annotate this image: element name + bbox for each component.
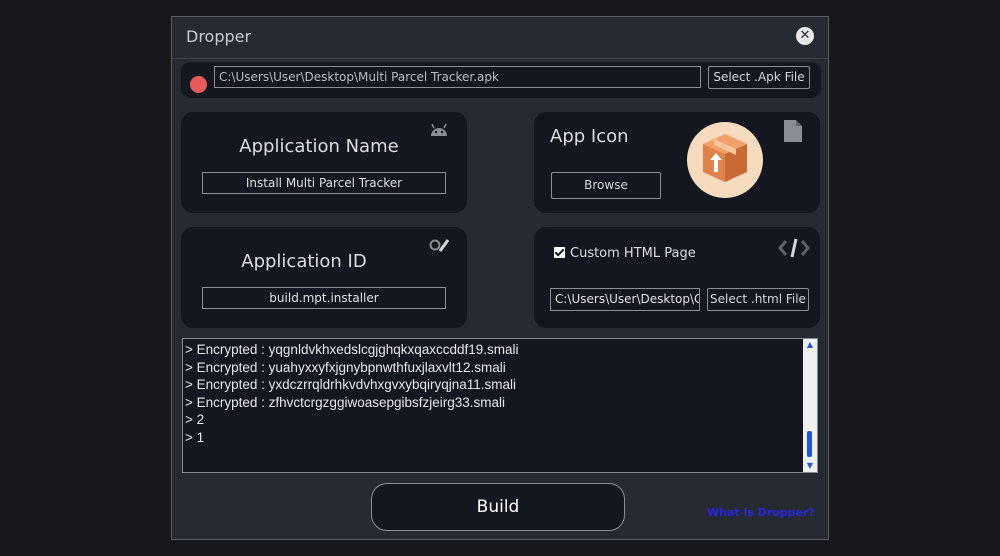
app-name-heading: Application Name xyxy=(239,136,399,157)
console-line: > Encrypted : yqgnldvkhxedslcgjghqkxqaxc… xyxy=(185,342,519,357)
app-name-field[interactable]: Install Multi Parcel Tracker xyxy=(202,172,446,194)
what-is-dropper-link[interactable]: What is Dropper? xyxy=(707,506,815,519)
file-icon xyxy=(784,120,802,142)
app-icon-heading: App Icon xyxy=(550,126,629,147)
select-apk-button[interactable]: Select .Apk File xyxy=(708,66,810,89)
custom-html-label: Custom HTML Page xyxy=(570,246,696,261)
android-icon xyxy=(431,123,447,136)
console-output[interactable]: > Encrypted : yqgnldvkhxedslcgjghqkxqaxc… xyxy=(182,338,818,473)
app-icon-panel: App Icon Browse xyxy=(534,112,820,213)
apk-path-field[interactable]: C:\Users\User\Desktop\Multi Parcel Track… xyxy=(214,66,701,88)
console-line: > 2 xyxy=(185,412,205,428)
status-indicator xyxy=(190,76,207,93)
custom-html-checkbox[interactable] xyxy=(554,247,565,258)
scroll-up-arrow-icon[interactable]: ▲ xyxy=(803,339,817,351)
select-html-button[interactable]: Select .html File xyxy=(707,288,809,311)
console-line: > Encrypted : zfhvctcrgzggiwoasepgibsfzj… xyxy=(185,394,506,410)
app-icon-preview[interactable] xyxy=(687,122,763,198)
app-id-heading: Application ID xyxy=(241,251,367,272)
custom-html-toggle[interactable]: Custom HTML Page xyxy=(554,246,696,261)
title-bar: Dropper ✕ xyxy=(172,17,828,59)
console-line: > Encrypted : yxdczrrqldrhkvdvhxgvxybqir… xyxy=(185,377,517,393)
apk-panel: C:\Users\User\Desktop\Multi Parcel Track… xyxy=(181,62,821,98)
console-line: > Encrypted : yuahyxxyfxjgnybpnwthfuxjla… xyxy=(185,359,506,375)
box-app-icon xyxy=(703,134,747,182)
browse-button[interactable]: Browse xyxy=(551,172,661,199)
scroll-thumb[interactable] xyxy=(807,431,812,457)
console-scrollbar[interactable]: ▲ ▼ xyxy=(803,339,817,472)
html-path-field[interactable]: C:\Users\User\Desktop\Custom xyxy=(550,288,700,311)
close-icon: ✕ xyxy=(799,28,811,43)
custom-html-panel: Custom HTML Page C:\Users\User\Desktop\C… xyxy=(534,227,820,328)
app-id-field[interactable]: build.mpt.installer xyxy=(202,287,446,309)
scroll-down-arrow-icon[interactable]: ▼ xyxy=(803,460,817,472)
close-button[interactable]: ✕ xyxy=(796,27,814,45)
dropper-window: Dropper ✕ C:\Users\User\Desktop\Multi Pa… xyxy=(171,16,829,540)
app-name-panel: Application Name Install Multi Parcel Tr… xyxy=(181,112,467,213)
pencil-icon xyxy=(429,239,450,252)
code-icon xyxy=(778,238,810,258)
window-title: Dropper xyxy=(186,27,252,46)
build-button[interactable]: Build xyxy=(371,483,625,531)
console-line: > 1 xyxy=(185,429,205,445)
console-lines: > Encrypted : yqgnldvkhxedslcgjghqkxqaxc… xyxy=(185,341,797,447)
app-id-panel: Application ID build.mpt.installer xyxy=(181,227,467,328)
